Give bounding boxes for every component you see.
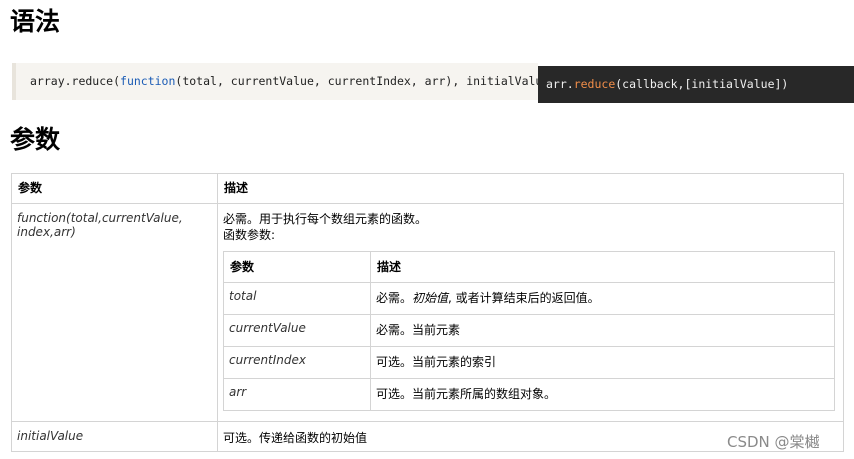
inner-desc-total-pre: 必需。 [376,291,413,305]
syntax-code-block: array.reduce(function(total, currentValu… [12,63,556,100]
params-table-header-row: 参数 描述 [11,173,844,204]
inner-desc-arr: 可选。当前元素所属的数组对象。 [370,378,835,411]
inner-header-desc: 描述 [370,251,835,283]
inner-header-param: 参数 [223,251,371,283]
inner-desc-currentvalue: 必需。当前元素 [370,314,835,347]
desc-function-line1: 必需。用于执行每个数组元素的函数。 [223,212,428,226]
dark-code-reduce: reduce [573,77,616,91]
table-row: total 必需。初始值, 或者计算结束后的返回值。 [223,282,835,315]
inner-param-total: total [223,282,371,315]
table-row: currentValue 必需。当前元素 [223,314,835,347]
inner-desc-total: 必需。初始值, 或者计算结束后的返回值。 [370,282,835,315]
code-suffix: (total, currentValue, currentIndex, arr)… [175,74,557,88]
function-params-table: 参数 描述 total 必需。初始值, 或者计算结束后的返回值。 current… [223,251,835,411]
page: 语法 array.reduce(function(total, currentV… [0,0,854,459]
inner-param-arr: arr [223,378,371,411]
header-param: 参数 [11,173,218,204]
inner-header-row: 参数 描述 [223,251,835,283]
inner-param-currentindex: currentIndex [223,346,371,379]
desc-function-cell: 必需。用于执行每个数组元素的函数。 函数参数: 参数 描述 total 必需。初… [217,203,844,422]
inner-param-currentvalue: currentValue [223,314,371,347]
param-initialvalue: initialValue [11,421,218,452]
inner-desc-currentindex: 可选。当前元素的索引 [370,346,835,379]
syntax-tooltip-code: arr.reduce(callback,[initialValue]) [538,66,854,103]
table-row: initialValue 可选。传递给函数的初始值 [11,421,844,452]
dark-code-suffix: (callback,[initialValue]) [615,77,789,91]
dark-code-prefix: arr. [546,77,574,91]
table-row: currentIndex 可选。当前元素的索引 [223,346,835,379]
code-function-keyword: function [120,74,176,88]
table-row: function(total,currentValue, index,arr) … [11,203,844,422]
params-table: 参数 描述 function(total,currentValue, index… [11,173,844,452]
header-desc: 描述 [217,173,844,204]
param-function: function(total,currentValue, index,arr) [11,203,218,422]
desc-function-line2: 函数参数: [223,228,276,242]
csdn-watermark: CSDN @棠樾 [727,433,820,451]
inner-desc-total-ital: 初始值 [412,291,449,305]
code-prefix: array.reduce( [30,74,121,88]
table-row: arr 可选。当前元素所属的数组对象。 [223,378,835,411]
syntax-heading: 语法 [10,7,61,36]
inner-desc-total-post: , 或者计算结束后的返回值。 [448,291,600,305]
params-heading: 参数 [10,125,61,154]
